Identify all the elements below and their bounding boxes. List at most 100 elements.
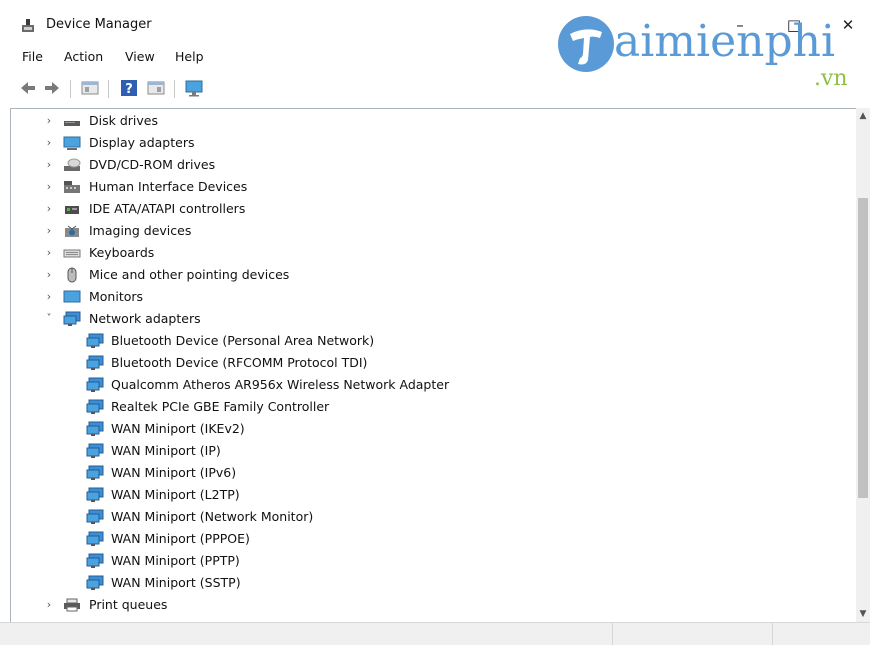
- status-cell: [612, 623, 773, 645]
- tree-category-disk-drives[interactable]: › Disk drives: [11, 110, 851, 132]
- chevron-right-icon[interactable]: ›: [43, 176, 55, 198]
- ide-controller-icon: [63, 201, 81, 217]
- tree-device-row[interactable]: WAN Miniport (PPTP): [11, 550, 851, 572]
- tree-label: Keyboards: [89, 245, 155, 260]
- svg-text:?: ?: [125, 82, 133, 97]
- tree-label: Qualcomm Atheros AR956x Wireless Network…: [111, 377, 450, 392]
- menu-view[interactable]: View: [125, 49, 155, 64]
- toolbar-separator: [174, 80, 175, 98]
- tree-category-imaging-devices[interactable]: › Imaging devices: [11, 220, 851, 242]
- hid-icon: [63, 179, 81, 195]
- tree-category-mice-and-other-pointing-devices[interactable]: › Mice and other pointing devices: [11, 264, 851, 286]
- scroll-up-arrow-icon[interactable]: ▲: [856, 108, 870, 124]
- monitor-icon[interactable]: [184, 78, 204, 98]
- tree-label: DVD/CD-ROM drives: [89, 157, 216, 172]
- tree-device-row[interactable]: WAN Miniport (IPv6): [11, 462, 851, 484]
- forward-icon[interactable]: [42, 78, 62, 98]
- tree-label: Print queues: [89, 597, 168, 612]
- tree-label: Mice and other pointing devices: [89, 267, 290, 282]
- chevron-right-icon[interactable]: ›: [43, 110, 55, 132]
- tree-label: WAN Miniport (L2TP): [111, 487, 240, 502]
- chevron-down-icon[interactable]: ˅: [43, 308, 55, 330]
- tree-device-row[interactable]: WAN Miniport (PPPOE): [11, 528, 851, 550]
- tree-category-ide-ata-atapi-controllers[interactable]: › IDE ATA/ATAPI controllers: [11, 198, 851, 220]
- tree-label: Bluetooth Device (Personal Area Network): [111, 333, 375, 348]
- tree-category-display-adapters[interactable]: › Display adapters: [11, 132, 851, 154]
- tree-category-print-queues[interactable]: › Print queues: [11, 594, 851, 616]
- toolbar: ?: [0, 74, 870, 104]
- display-adapter-icon: [63, 135, 81, 151]
- network-adapter-icon: [86, 399, 104, 415]
- network-adapter-icon: [86, 575, 104, 591]
- tree-category-monitors[interactable]: › Monitors: [11, 286, 851, 308]
- tree-device-row[interactable]: Bluetooth Device (Personal Area Network): [11, 330, 851, 352]
- network-adapter-icon: [86, 509, 104, 525]
- network-adapter-icon: [86, 421, 104, 437]
- network-adapter-icon: [86, 531, 104, 547]
- toolbar-separator: [70, 80, 71, 98]
- tree-category-dvd-cd-rom-drives[interactable]: › DVD/CD-ROM drives: [11, 154, 851, 176]
- tree-label: Network adapters: [89, 311, 201, 326]
- tree-label: WAN Miniport (Network Monitor): [111, 509, 314, 524]
- tree-device-row[interactable]: WAN Miniport (Network Monitor): [11, 506, 851, 528]
- network-adapter-icon: [86, 333, 104, 349]
- tree-label: WAN Miniport (IKEv2): [111, 421, 245, 436]
- menu-action[interactable]: Action: [64, 49, 103, 64]
- tree-device-row[interactable]: WAN Miniport (IKEv2): [11, 418, 851, 440]
- back-icon[interactable]: [18, 78, 38, 98]
- network-adapter-icon: [86, 487, 104, 503]
- scroll-down-arrow-icon[interactable]: ▼: [856, 606, 870, 622]
- chevron-right-icon[interactable]: ›: [43, 286, 55, 308]
- tree-label: Disk drives: [89, 113, 158, 128]
- tree-label: Imaging devices: [89, 223, 192, 238]
- help-icon[interactable]: ?: [119, 78, 139, 98]
- menu-help[interactable]: Help: [175, 49, 204, 64]
- tree-device-row[interactable]: WAN Miniport (IP): [11, 440, 851, 462]
- chevron-right-icon[interactable]: ›: [43, 594, 55, 616]
- tree-label: WAN Miniport (IPv6): [111, 465, 237, 480]
- device-manager-window: Device Manager – □ ✕ aimienphi .vn File …: [0, 0, 870, 645]
- tree-label: WAN Miniport (SSTP): [111, 575, 241, 590]
- chevron-right-icon[interactable]: ›: [43, 242, 55, 264]
- network-adapter-icon: [86, 465, 104, 481]
- vertical-scrollbar[interactable]: ▲ ▼: [856, 108, 870, 622]
- tree-device-row[interactable]: Bluetooth Device (RFCOMM Protocol TDI): [11, 352, 851, 374]
- tree-device-row[interactable]: WAN Miniport (SSTP): [11, 572, 851, 594]
- tree-label: IDE ATA/ATAPI controllers: [89, 201, 246, 216]
- monitor-icon: [63, 289, 81, 305]
- chevron-right-icon[interactable]: ›: [43, 220, 55, 242]
- chevron-right-icon[interactable]: ›: [43, 154, 55, 176]
- dvd-drive-icon: [63, 157, 81, 173]
- scroll-thumb[interactable]: [858, 198, 868, 498]
- chevron-right-icon[interactable]: ›: [43, 264, 55, 286]
- tree-device-row[interactable]: Qualcomm Atheros AR956x Wireless Network…: [11, 374, 851, 396]
- status-bar: [0, 622, 870, 645]
- keyboard-icon: [63, 245, 81, 261]
- mouse-icon: [63, 267, 81, 283]
- tree-label: WAN Miniport (PPTP): [111, 553, 240, 568]
- network-adapter-icon: [86, 355, 104, 371]
- tree-device-row[interactable]: WAN Miniport (L2TP): [11, 484, 851, 506]
- tree-category-human-interface-devices[interactable]: › Human Interface Devices: [11, 176, 851, 198]
- tree-label: Display adapters: [89, 135, 195, 150]
- properties-icon[interactable]: [80, 78, 100, 98]
- menu-file[interactable]: File: [22, 49, 43, 64]
- tree-label: Realtek PCIe GBE Family Controller: [111, 399, 330, 414]
- device-manager-app-icon: [20, 18, 36, 34]
- toolbar-separator: [108, 80, 109, 98]
- tree-device-row[interactable]: Realtek PCIe GBE Family Controller: [11, 396, 851, 418]
- tree-category-network-adapters[interactable]: ˅ Network adapters: [11, 308, 851, 330]
- chevron-right-icon[interactable]: ›: [43, 198, 55, 220]
- tree-label: WAN Miniport (IP): [111, 443, 221, 458]
- tree-label: WAN Miniport (PPPOE): [111, 531, 250, 546]
- network-adapter-icon: [63, 311, 81, 327]
- tree-label: Bluetooth Device (RFCOMM Protocol TDI): [111, 355, 368, 370]
- chevron-right-icon[interactable]: ›: [43, 132, 55, 154]
- network-adapter-icon: [86, 443, 104, 459]
- network-adapter-icon: [86, 377, 104, 393]
- tree-category-keyboards[interactable]: › Keyboards: [11, 242, 851, 264]
- menu-bar: File Action View Help: [0, 44, 870, 70]
- disk-drive-icon: [63, 113, 81, 129]
- show-hidden-icon[interactable]: [146, 78, 166, 98]
- device-tree: › Disk drives › Display adapters › DVD/C…: [10, 108, 870, 623]
